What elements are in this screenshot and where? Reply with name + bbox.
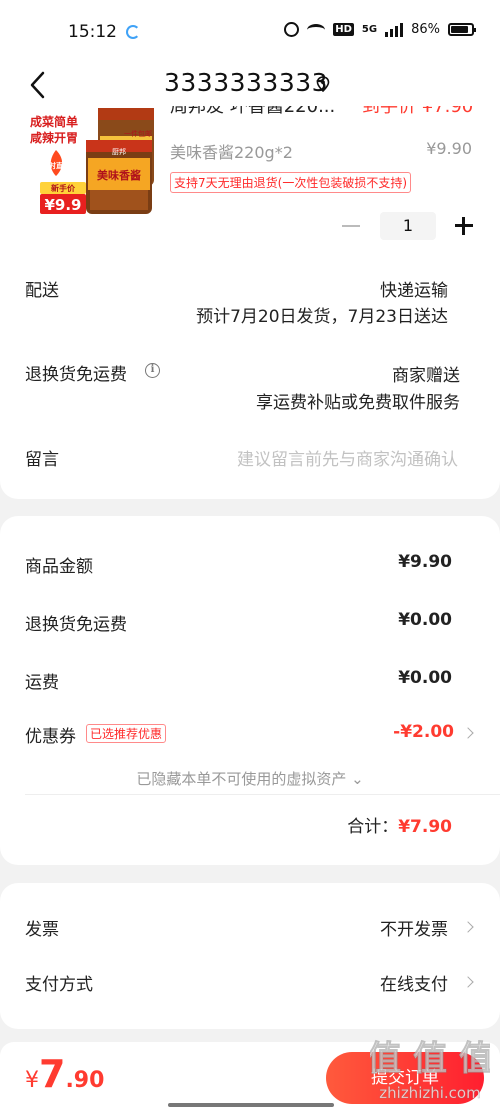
badge-text: 限时直降 [42, 161, 71, 170]
price-label: 新手价 [51, 183, 76, 193]
coupon-label: 优惠券 [25, 727, 76, 747]
product-spec: 美味香酱220g*2 [170, 143, 293, 162]
shipping-fee-value: ¥0.00 [398, 668, 452, 688]
coupon-chevron-icon[interactable] [462, 727, 474, 739]
product-unit-price: ¥9.90 [426, 139, 472, 158]
loading-icon [126, 25, 140, 39]
invoice-value[interactable]: 不开发票 [380, 915, 448, 940]
product-brand: 厨邦 [112, 147, 126, 156]
return-shipping-label: 退换货免运费 [25, 365, 127, 385]
delivery-method[interactable]: 快递运输 [380, 276, 448, 301]
back-arrow-icon[interactable] [28, 70, 48, 100]
hd-icon: HD [333, 23, 354, 36]
goods-amount-label: 商品金额 [25, 557, 93, 577]
delivery-label: 配送 [25, 281, 59, 301]
subtotal-label: 合计： [347, 817, 399, 837]
message-input[interactable]: 建议留言前先与商家沟通确认 [237, 445, 458, 470]
watermark-line-1: 值 值 值 [370, 1039, 490, 1079]
product-corner-text: 一件包邮 [124, 129, 152, 138]
amount-integer: 7 [39, 1052, 66, 1096]
banner-line-1: 成菜简单 [30, 114, 78, 129]
currency-symbol: ¥ [25, 1068, 39, 1093]
invoice-label: 发票 [25, 920, 59, 940]
product-label-text: 美味香酱 [97, 168, 141, 182]
status-icons: HD 5G 86% [284, 22, 476, 37]
product-name: 周邦友 坏香酱220... [170, 106, 336, 117]
subtotal-value: ¥7.90 [398, 817, 452, 837]
order-items-card: 厨邦 美味香酱 一件包邮 成菜简单 咸辣开胃 限时直降 新手价 ¥9.9 周邦友… [0, 106, 500, 499]
image-price: ¥9.9 [44, 196, 81, 214]
hidden-assets-toggle[interactable]: 已隐藏本单不可使用的虚拟资产 ⌄ [0, 768, 500, 789]
return-shipping-desc: 享运费补贴或免费取件服务 [256, 393, 460, 413]
wifi-icon [307, 23, 326, 36]
battery-percent: 86% [411, 22, 440, 37]
shipping-fee-label: 运费 [25, 673, 59, 693]
watermark-logo: 值 值 值 zhizhizhi.com [370, 1039, 490, 1103]
alarm-icon [284, 22, 300, 37]
return-shipping-value: 商家赠送 [392, 366, 460, 386]
battery-icon [448, 23, 476, 36]
divider [25, 794, 500, 795]
network-type: 5G [361, 24, 378, 35]
decrease-quantity-button[interactable] [342, 225, 360, 227]
coupon-tag: 已选推荐优惠 [86, 724, 167, 743]
goods-amount-value: ¥9.90 [398, 552, 452, 572]
return-fee-label: 退换货免运费 [25, 615, 127, 635]
return-policy-tag: 支持7天无理由退货(一次性包装破损不支持) [170, 172, 411, 193]
return-fee-value: ¥0.00 [398, 610, 452, 630]
delivery-eta: 预计7月20日发货，7月23日送达 [196, 307, 448, 327]
invoice-payment-card: 发票 不开发票 支付方式 在线支付 [0, 883, 500, 1029]
product-image[interactable]: 厨邦 美味香酱 一件包邮 成菜简单 咸辣开胃 限时直降 新手价 ¥9.9 [26, 106, 166, 216]
watermark-line-2: zhizhizhi.com [379, 1084, 480, 1102]
pay-total: ¥7.90 [25, 1052, 104, 1096]
quantity-input[interactable]: 1 [380, 212, 436, 240]
price-summary-card: 商品金额 ¥9.90 退换货免运费 ¥0.00 运费 ¥0.00 优惠券 已选推… [0, 516, 500, 865]
signal-icon [385, 22, 404, 37]
payment-value[interactable]: 在线支付 [380, 970, 448, 995]
banner-line-2: 咸辣开胃 [30, 130, 78, 145]
amount-decimal: .90 [65, 1068, 105, 1093]
home-indicator[interactable] [168, 1103, 334, 1107]
status-bar: 15:12 HD 5G 86% [0, 0, 500, 64]
payment-label: 支付方式 [25, 975, 93, 995]
message-label: 留言 [25, 450, 59, 470]
status-time: 15:12 [68, 22, 117, 42]
quantity-stepper: 1 [342, 212, 474, 240]
page-header: 3333333333 [0, 64, 500, 106]
payment-chevron-icon[interactable] [462, 976, 474, 988]
page-title: 3333333333 [164, 68, 329, 97]
coupon-value[interactable]: -¥2.00 [393, 722, 454, 742]
invoice-chevron-icon[interactable] [462, 921, 474, 933]
product-final-price: 到手价 ¥7.90 [362, 106, 474, 117]
info-icon[interactable]: i [145, 363, 160, 378]
increase-quantity-button[interactable] [454, 216, 474, 236]
location-pin-icon[interactable] [316, 76, 330, 92]
subtotal: 合计：¥7.90 [347, 812, 452, 837]
